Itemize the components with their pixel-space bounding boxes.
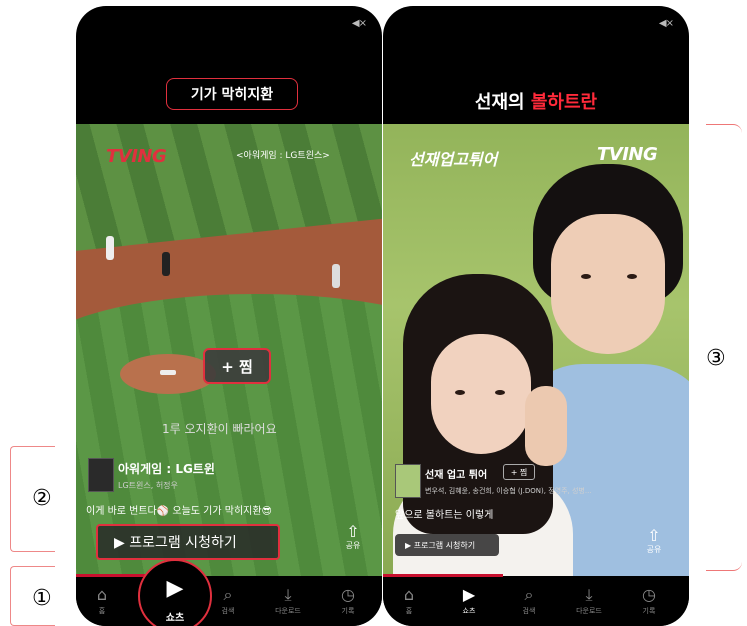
bottom-tab-bar: ⌂ 홈 ▶ 쇼츠 ⌕ 검색 ⤓ 다운로드 ◷ 기록 [383, 578, 689, 626]
program-name[interactable]: 선재 업고 튀어 [425, 466, 487, 481]
video-subtitle: 1루 오지환이 빠라어요 [162, 422, 277, 436]
share-label: 공유 [646, 545, 662, 554]
mute-icon[interactable]: ◀× [659, 18, 674, 29]
download-icon: ⤓ [585, 585, 593, 604]
program-cast: 변우석, 김혜윤, 송건희, 이승협 (J.DON), 정영주, 성병... [425, 487, 592, 495]
tab-history[interactable]: ◷ 기록 [629, 586, 669, 616]
tab-shorts[interactable]: ▶ 쇼츠 [449, 586, 489, 616]
shorts-icon: ▶ [166, 576, 184, 601]
v-sign-hand [525, 386, 567, 466]
shorts-icon: ▶ [462, 585, 476, 604]
share-button[interactable]: ⇧ 공유 [639, 528, 669, 555]
mute-icon[interactable]: ◀× [352, 18, 367, 29]
runner-figure [332, 264, 340, 288]
player-figure [106, 236, 114, 260]
shorts-description: 앞으로 볼하트는 이렇게 [395, 510, 494, 521]
tving-logo: TVING [106, 146, 167, 167]
program-thumbnail[interactable] [395, 464, 421, 498]
watch-program-button[interactable]: ▶ 프로그램 시청하기 [96, 524, 280, 560]
program-thumbnail[interactable] [88, 458, 114, 492]
tab-search[interactable]: ⌕ 검색 [208, 586, 248, 616]
zzim-button[interactable]: + 찜 [503, 464, 535, 480]
clock-icon: ◷ [341, 585, 355, 604]
tab-search[interactable]: ⌕ 검색 [509, 586, 549, 616]
shorts-title: 선재의 볼하트란 [383, 88, 689, 114]
title-highlight: 볼하트란 [530, 92, 598, 113]
annotation-three: ③ [706, 346, 726, 371]
download-icon: ⤓ [284, 585, 292, 604]
annotation-curve-top [706, 124, 742, 133]
watch-program-button[interactable]: ▶ 프로그램 시청하기 [395, 534, 499, 556]
tab-shorts[interactable]: ▶ 쇼츠 [138, 559, 212, 626]
annotation-curve-bottom [706, 562, 742, 571]
video-caption: <아워게임 : LG트윈스> [236, 151, 330, 161]
annotation-two: ② [32, 486, 52, 511]
tab-history[interactable]: ◷ 기록 [328, 586, 368, 616]
tving-logo: TVING [597, 144, 658, 165]
search-icon: ⌕ [223, 585, 233, 604]
tab-home[interactable]: ⌂ 홈 [82, 586, 122, 616]
umpire-figure [162, 252, 170, 276]
pitcher-mound [120, 354, 216, 394]
zzim-button[interactable]: + 찜 [203, 348, 271, 384]
progress-bar [383, 574, 503, 577]
home-icon: ⌂ [96, 585, 108, 604]
tab-download[interactable]: ⤓ 다운로드 [268, 586, 308, 616]
home-icon: ⌂ [403, 585, 415, 604]
annotation-one: ① [32, 586, 52, 611]
drama-title-logo: 선재업고튀어 [409, 150, 498, 169]
share-label: 공유 [345, 541, 361, 550]
clock-icon: ◷ [642, 585, 656, 604]
search-icon: ⌕ [524, 585, 534, 604]
left-phone-screen: ◀× 기가 막히지환 TVING <아워게임 : LG트윈스> 1루 오지환이 … [76, 6, 382, 626]
tab-home[interactable]: ⌂ 홈 [389, 586, 429, 616]
share-button[interactable]: ⇧ 공유 [338, 524, 368, 551]
shorts-title: 기가 막히지환 [166, 78, 298, 110]
shorts-description: 이게 바로 번트다⚾ 오늘도 기가 막히지환😎 [86, 506, 272, 517]
bottom-tab-bar: ⌂ 홈 ⌕ 검색 ⤓ 다운로드 ◷ 기록 [76, 578, 382, 626]
right-phone-screen: ◀× 선재의 볼하트란 선재업고튀어 TVING 선재 업고 튀어 + 찜 변우… [383, 6, 689, 626]
tab-download[interactable]: ⤓ 다운로드 [569, 586, 609, 616]
share-icon: ⇧ [647, 526, 661, 545]
shorts-tab-label: 쇼츠 [165, 613, 185, 624]
program-name[interactable]: 아워게임 : LG트윈 [118, 460, 215, 477]
title-prefix: 선재의 [474, 92, 531, 113]
program-cast: LG트윈스, 허정우 [118, 481, 178, 490]
share-icon: ⇧ [346, 522, 360, 541]
